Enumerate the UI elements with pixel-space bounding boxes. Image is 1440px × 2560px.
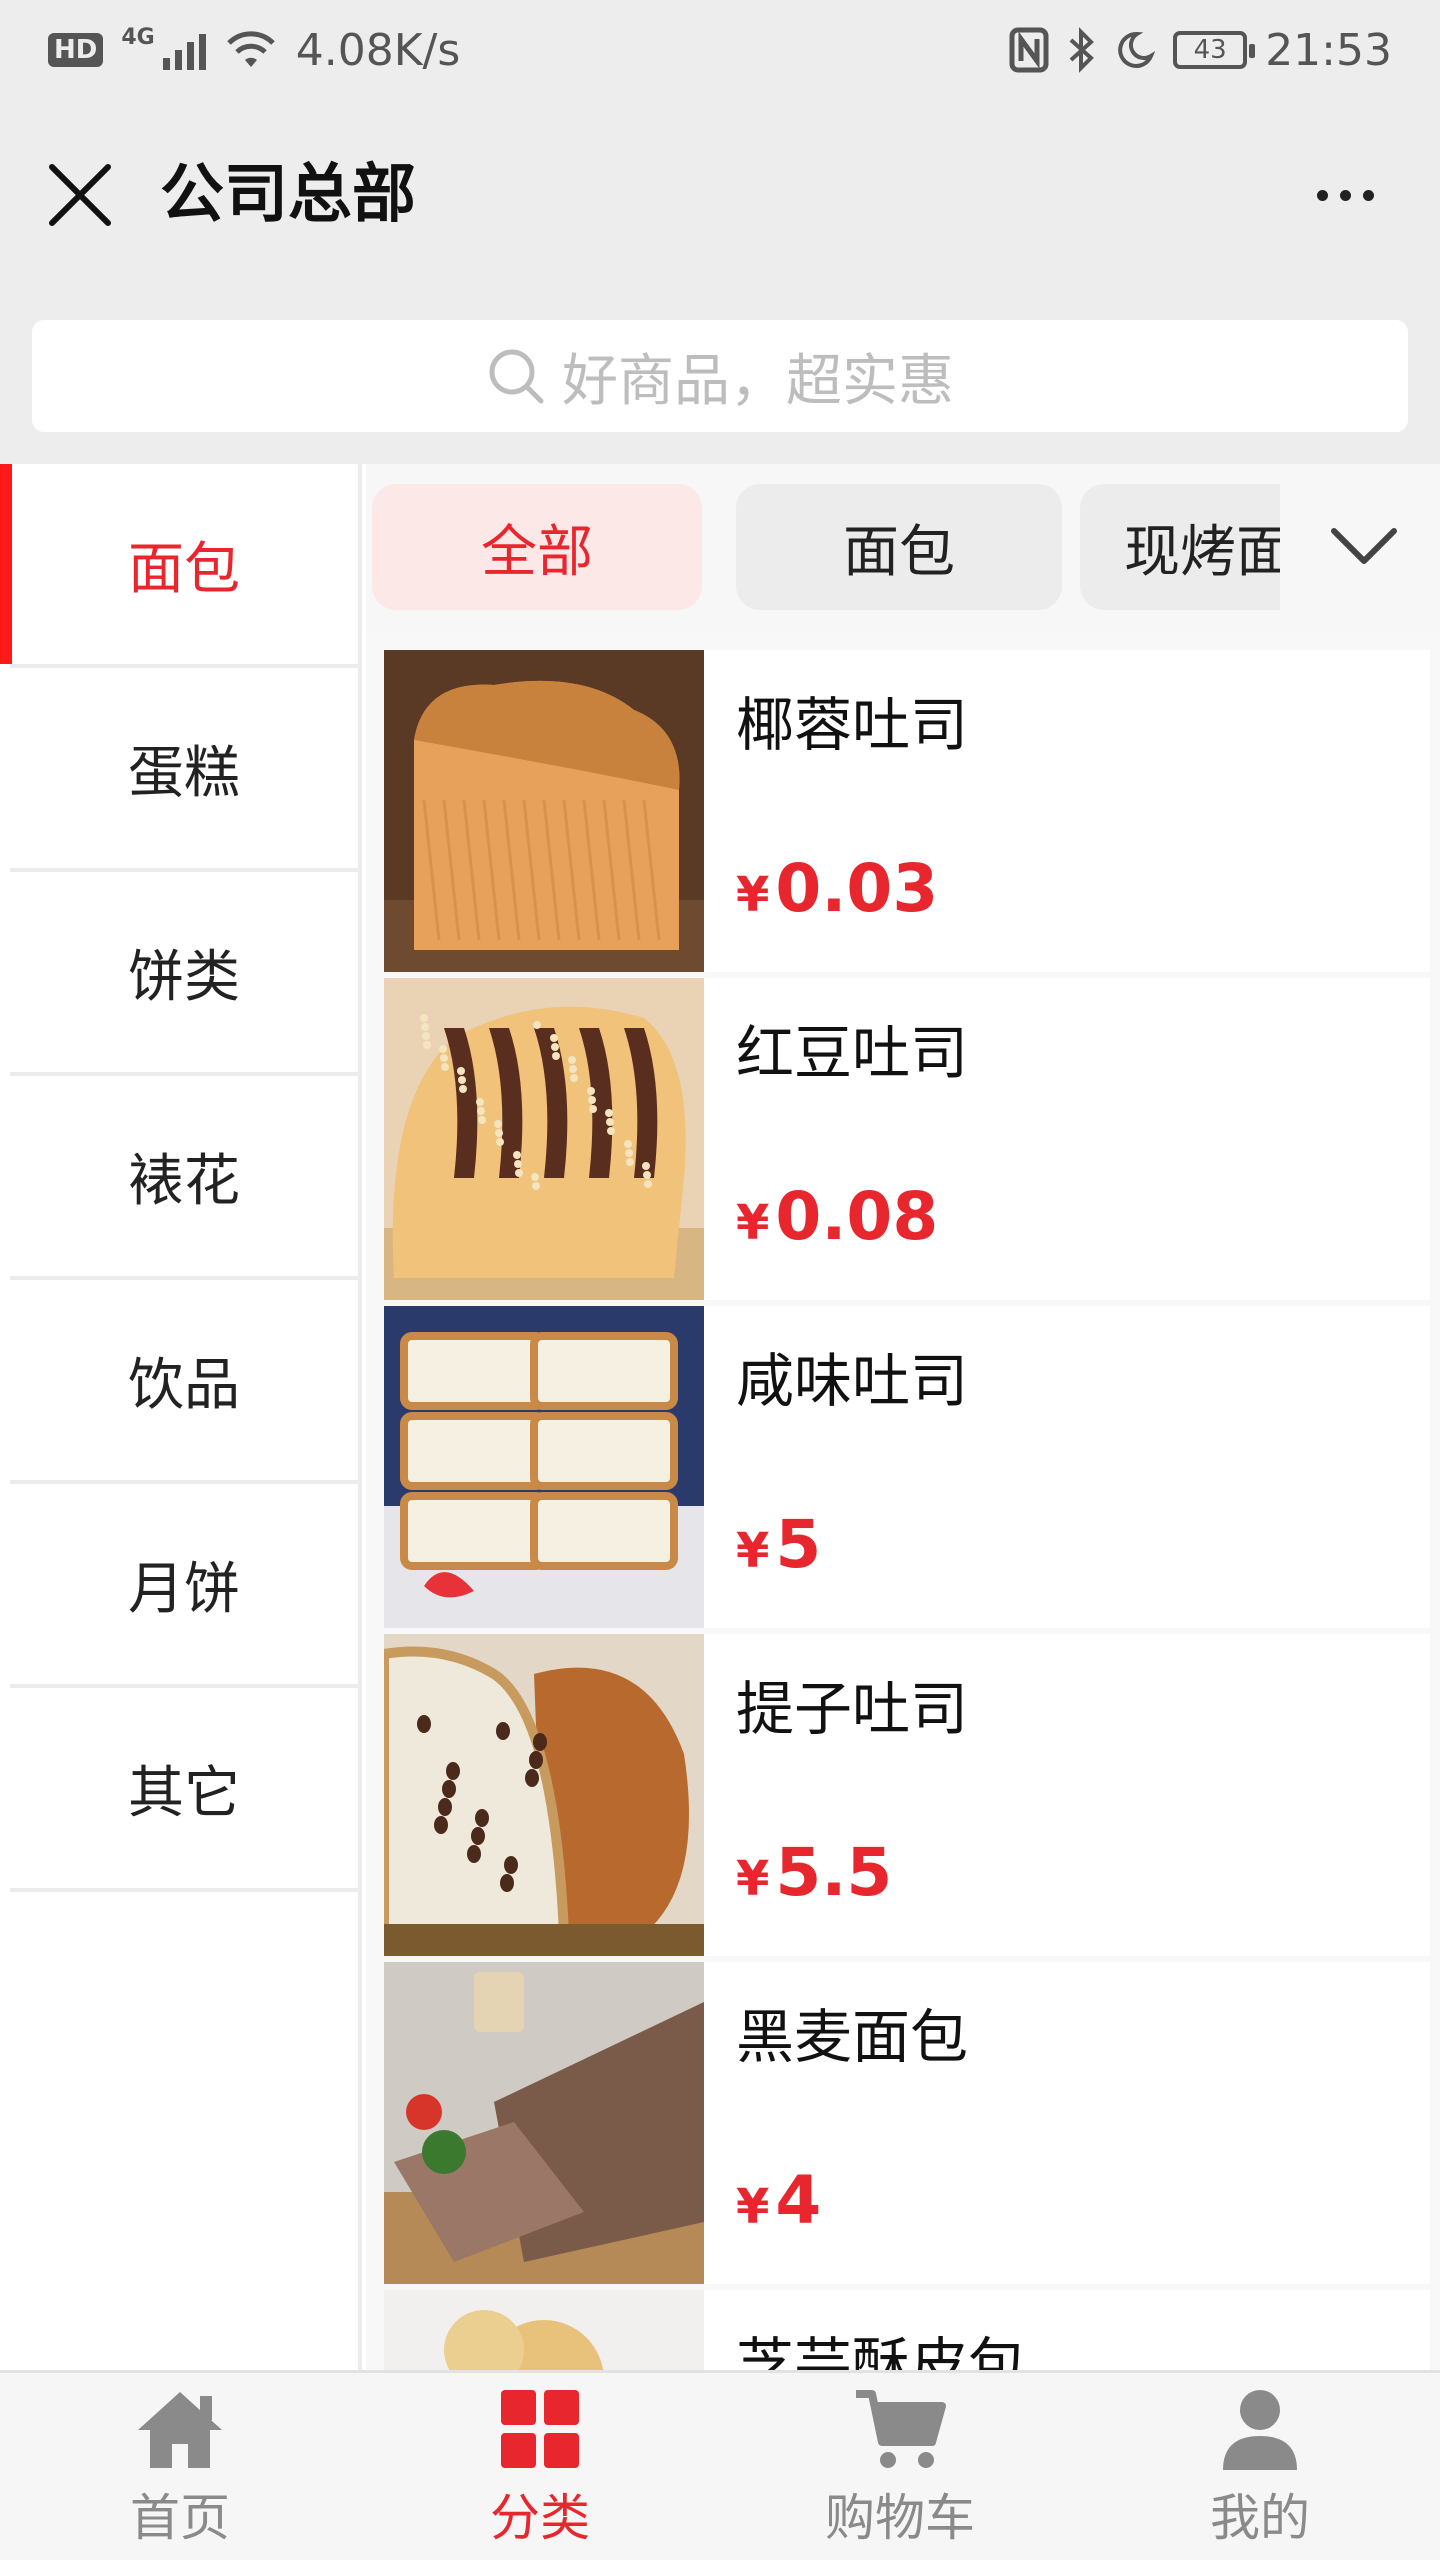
product-name: 芝芸酥皮包 bbox=[736, 2331, 1027, 2370]
more-dot-icon bbox=[1316, 189, 1328, 201]
product-card-pastry-bun[interactable]: 芝芸酥皮包¥ bbox=[384, 2290, 1430, 2370]
sidebar-item-cake[interactable]: 蛋糕 bbox=[10, 668, 358, 872]
currency-symbol: ¥ bbox=[736, 1523, 770, 1579]
product-name: 提子吐司 bbox=[736, 1675, 969, 1743]
tab-category[interactable]: 分类 bbox=[360, 2373, 720, 2560]
category-icon bbox=[492, 2384, 588, 2474]
cart-icon bbox=[852, 2384, 948, 2474]
search-area: 好商品，超实惠 bbox=[0, 290, 1440, 464]
price-value: 0.03 bbox=[775, 850, 939, 927]
chip-all[interactable]: 全部 bbox=[372, 484, 702, 610]
product-panel: 全部面包现烤面包 椰蓉吐司 ¥0.03 红豆吐司 ¥0.08 咸味吐司 ¥5 提子吐司 ¥5.… bbox=[366, 464, 1440, 2370]
chip-fresh-baked[interactable]: 现烤面包 bbox=[1080, 484, 1280, 610]
price-value: 5.5 bbox=[775, 1834, 893, 1911]
product-image bbox=[384, 2290, 704, 2370]
network-speed: 4.08K/s bbox=[295, 24, 461, 76]
chevron-down-icon bbox=[1331, 528, 1397, 564]
search-icon bbox=[489, 349, 544, 404]
sidebar-item-other[interactable]: 其它 bbox=[10, 1688, 358, 1892]
chip-clip-wrapper: 现烤面包 bbox=[1080, 484, 1280, 610]
status-right: 43 21:53 bbox=[1009, 25, 1392, 76]
subcategory-chips: 全部面包现烤面包 bbox=[366, 464, 1440, 630]
tab-category-label: 分类 bbox=[490, 2488, 590, 2547]
status-bar: HD 4G 4.08K/s 43 21:53 bbox=[0, 0, 1440, 100]
category-sidebar: 面包 蛋糕 饼类 裱花 饮品 月饼 其它 bbox=[0, 464, 362, 2370]
product-price: ¥5 bbox=[736, 1506, 821, 1583]
more-options-button[interactable] bbox=[1300, 160, 1390, 230]
status-left: HD 4G 4.08K/s bbox=[48, 25, 460, 76]
sidebar-item-drinks[interactable]: 饮品 bbox=[10, 1280, 358, 1484]
product-name: 红豆吐司 bbox=[736, 1019, 969, 1087]
price-value: 4 bbox=[775, 2162, 822, 2239]
sidebar-item-pastry[interactable]: 饼类 bbox=[10, 872, 358, 1076]
battery-level: 43 bbox=[1193, 35, 1227, 65]
tab-profile-label: 我的 bbox=[1210, 2488, 1310, 2547]
product-card-coconut-toast[interactable]: 椰蓉吐司 ¥0.03 bbox=[384, 650, 1430, 972]
search-placeholder: 好商品，超实惠 bbox=[562, 348, 954, 414]
tab-cart-label: 购物车 bbox=[825, 2488, 975, 2547]
page-title: 公司总部 bbox=[160, 158, 416, 232]
signal-icon bbox=[162, 30, 206, 70]
currency-symbol: ¥ bbox=[736, 867, 770, 923]
product-card-raisin-toast[interactable]: 提子吐司 ¥5.5 bbox=[384, 1634, 1430, 1956]
product-image bbox=[384, 978, 704, 1300]
product-price: ¥4 bbox=[736, 2162, 821, 2239]
clock: 21:53 bbox=[1265, 24, 1392, 76]
product-image bbox=[384, 1306, 704, 1628]
tab-profile[interactable]: 我的 bbox=[1080, 2373, 1440, 2560]
network-type: 4G bbox=[121, 24, 155, 50]
home-icon bbox=[132, 2384, 228, 2474]
hd-badge: HD bbox=[48, 33, 104, 67]
product-image bbox=[384, 1962, 704, 2284]
product-name: 咸味吐司 bbox=[736, 1347, 969, 1415]
battery-icon: 43 bbox=[1173, 31, 1256, 69]
price-value: 0.08 bbox=[775, 1178, 939, 1255]
nfc-icon bbox=[1009, 27, 1049, 73]
tab-home-label: 首页 bbox=[130, 2488, 230, 2547]
close-button[interactable] bbox=[40, 155, 120, 235]
expand-chips-button[interactable] bbox=[1314, 502, 1414, 592]
product-card-rye-bread[interactable]: 黑麦面包 ¥4 bbox=[384, 1962, 1430, 2284]
currency-symbol: ¥ bbox=[736, 1195, 770, 1251]
product-name: 椰蓉吐司 bbox=[736, 691, 969, 759]
product-image bbox=[384, 650, 704, 972]
bluetooth-icon bbox=[1069, 27, 1095, 73]
product-price: ¥5.5 bbox=[736, 1834, 892, 1911]
product-price: ¥0.03 bbox=[736, 850, 938, 927]
moon-icon bbox=[1118, 31, 1156, 68]
bottom-tab-bar: 首页 分类 购物车 我的 bbox=[0, 2370, 1440, 2560]
product-image bbox=[384, 1634, 704, 1956]
search-input[interactable]: 好商品，超实惠 bbox=[32, 320, 1408, 432]
price-value: 5 bbox=[775, 1506, 822, 1583]
product-card-savory-toast[interactable]: 咸味吐司 ¥5 bbox=[384, 1306, 1430, 1628]
user-icon bbox=[1212, 2384, 1308, 2474]
more-dot-icon bbox=[1362, 189, 1374, 201]
currency-symbol: ¥ bbox=[736, 2179, 770, 2235]
product-card-red-bean-toast[interactable]: 红豆吐司 ¥0.08 bbox=[384, 978, 1430, 1300]
chip-bread[interactable]: 面包 bbox=[736, 484, 1062, 610]
currency-symbol: ¥ bbox=[736, 1851, 770, 1907]
product-price: ¥0.08 bbox=[736, 1178, 938, 1255]
tab-home[interactable]: 首页 bbox=[0, 2373, 360, 2560]
sidebar-item-mooncake[interactable]: 月饼 bbox=[10, 1484, 358, 1688]
sidebar-item-decorated[interactable]: 裱花 bbox=[10, 1076, 358, 1280]
wifi-icon bbox=[226, 31, 275, 67]
title-bar: 公司总部 bbox=[0, 100, 1440, 290]
sidebar-item-bread[interactable]: 面包 bbox=[0, 464, 358, 668]
product-name: 黑麦面包 bbox=[736, 2003, 969, 2071]
tab-cart[interactable]: 购物车 bbox=[720, 2373, 1080, 2560]
close-icon bbox=[49, 164, 111, 226]
more-dot-icon bbox=[1339, 189, 1351, 201]
